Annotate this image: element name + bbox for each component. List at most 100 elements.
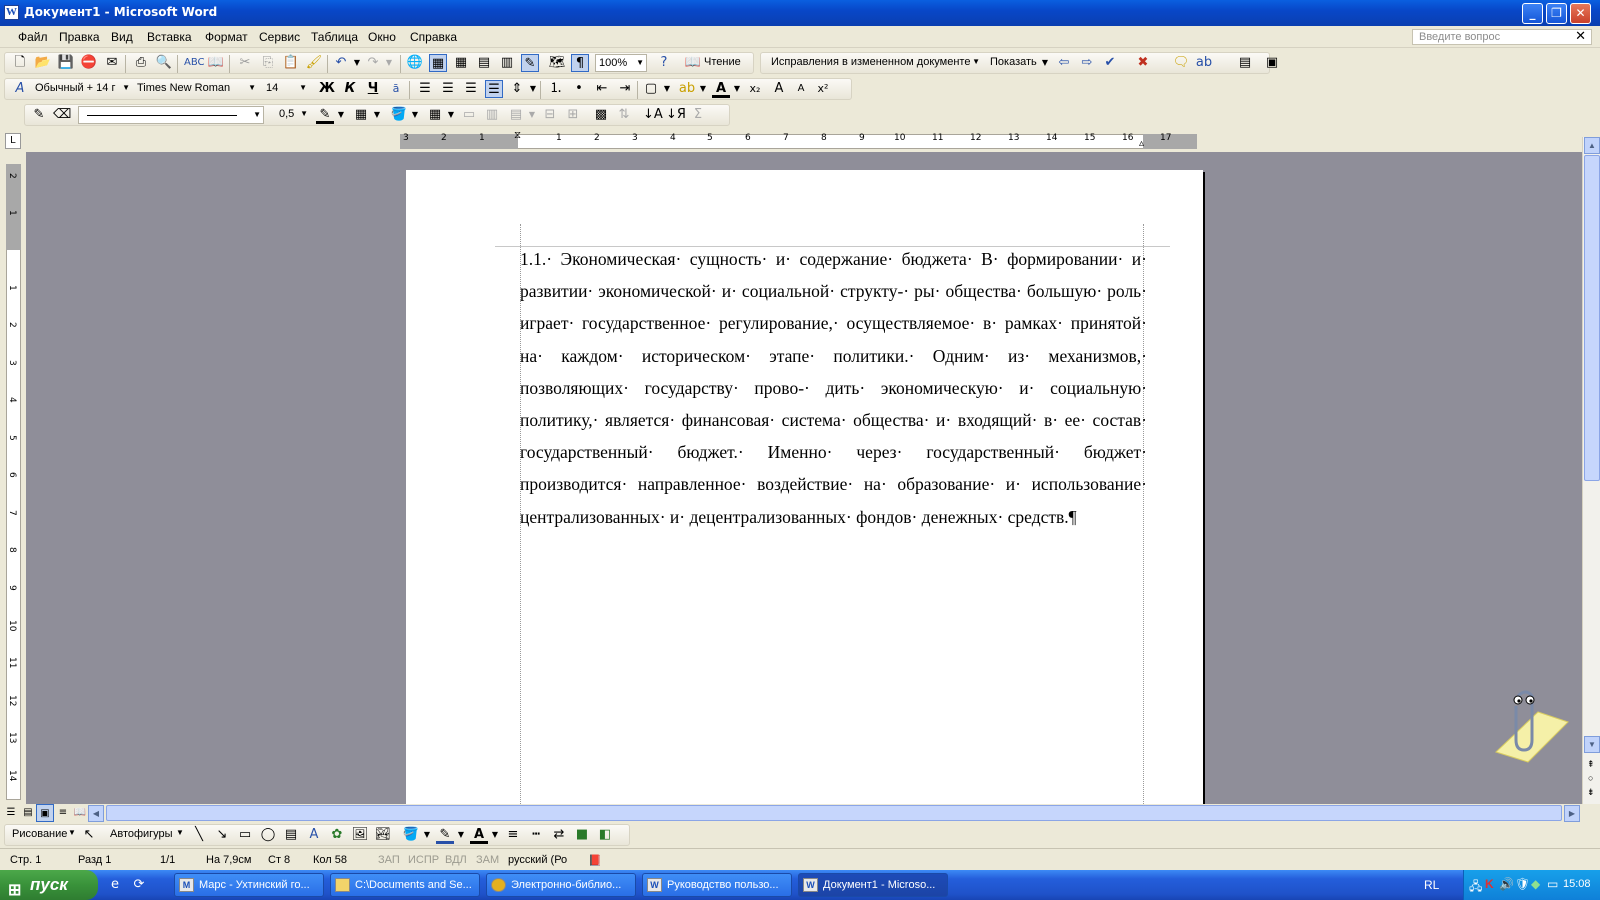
- bold-button[interactable]: Ж: [318, 80, 336, 98]
- eraser-icon[interactable]: ⌫: [53, 106, 71, 124]
- arrow-style-icon[interactable]: ⇄: [550, 826, 568, 844]
- chevron-down-icon[interactable]: ▼: [728, 80, 746, 98]
- show-button[interactable]: Показать: [990, 56, 1037, 68]
- menu-insert[interactable]: Вставка: [147, 30, 192, 44]
- copy-icon[interactable]: ⎘: [259, 54, 277, 72]
- underline-button[interactable]: Ч: [364, 80, 382, 98]
- show-hide-icon[interactable]: ¶: [571, 54, 589, 72]
- chevron-down-icon[interactable]: ▼: [406, 106, 424, 124]
- security-icon[interactable]: 🛡: [1515, 877, 1530, 891]
- print-layout-icon[interactable]: ▣: [36, 804, 54, 822]
- hyphen-icon[interactable]: ā: [387, 80, 405, 98]
- chevron-down-icon[interactable]: ▼: [418, 826, 436, 844]
- office-assistant-clippy[interactable]: [1478, 682, 1570, 764]
- document-body-text[interactable]: 1.1.· Экономическая· сущность· и· содерж…: [520, 243, 1147, 533]
- permission-icon[interactable]: ⛔: [80, 54, 98, 72]
- rectangle-icon[interactable]: ▭: [236, 826, 254, 844]
- scroll-left-button[interactable]: ◀: [88, 805, 104, 822]
- close-doc-icon[interactable]: ✕: [1575, 28, 1586, 44]
- dash-style-icon[interactable]: ┅: [527, 826, 545, 844]
- email-icon[interactable]: ✉: [103, 54, 121, 72]
- shrink-font-icon[interactable]: A: [792, 80, 810, 98]
- taskbar-button-chrome[interactable]: Электронно-библио...: [486, 873, 636, 897]
- increase-indent-icon[interactable]: ⇥: [616, 80, 634, 98]
- numbering-icon[interactable]: ⒈: [547, 80, 565, 98]
- taskbar-button-folder[interactable]: C:\Documents and Se...: [330, 873, 480, 897]
- merge-cells-icon[interactable]: ▭: [460, 106, 478, 124]
- spelling-icon[interactable]: ABC: [184, 54, 205, 72]
- accept-change-icon[interactable]: ✔: [1101, 54, 1119, 72]
- browse-object-icon[interactable]: ○: [1588, 773, 1593, 783]
- right-indent-marker[interactable]: ▵: [1139, 138, 1144, 149]
- restore-button[interactable]: ❐: [1546, 3, 1567, 24]
- scroll-up-button[interactable]: ▲: [1584, 137, 1600, 154]
- styles-icon[interactable]: A: [11, 80, 29, 98]
- scroll-thumb-horizontal[interactable]: [106, 805, 1562, 821]
- decrease-indent-icon[interactable]: ⇤: [593, 80, 611, 98]
- italic-button[interactable]: К: [341, 80, 359, 98]
- menu-view[interactable]: Вид: [111, 30, 133, 44]
- autoshapes-menu[interactable]: Автофигуры: [110, 828, 173, 840]
- document-map-icon[interactable]: 🗺: [548, 54, 566, 72]
- superscript-icon[interactable]: x²: [814, 80, 832, 98]
- menu-format[interactable]: Формат: [205, 30, 248, 44]
- screen-icon[interactable]: ▣: [1263, 54, 1281, 72]
- research-icon[interactable]: 📖: [207, 54, 225, 72]
- web-view-icon[interactable]: ▤: [19, 804, 37, 822]
- status-ext[interactable]: ВДЛ: [445, 854, 467, 866]
- redo-dropdown-icon[interactable]: ▼: [380, 54, 398, 72]
- scroll-right-button[interactable]: ▶: [1564, 805, 1580, 822]
- outline-view-icon[interactable]: ≡: [54, 804, 72, 822]
- align-right-icon[interactable]: ☰: [462, 80, 480, 98]
- sort-desc-icon[interactable]: ↓Я: [666, 106, 686, 124]
- shadow-icon[interactable]: ■: [573, 826, 591, 844]
- highlight-icon[interactable]: ab: [1195, 54, 1213, 72]
- status-rec[interactable]: ЗАП: [378, 854, 400, 866]
- monitor-icon[interactable]: ▭: [1547, 877, 1558, 891]
- align-left-icon[interactable]: ☰: [416, 80, 434, 98]
- horizontal-ruler[interactable]: L 3 2 1 1 2 3 4 5 6 7 8 9 10 11 12 13 14…: [0, 130, 1600, 152]
- chevron-down-icon[interactable]: ▼: [523, 106, 541, 124]
- font-combo[interactable]: Times New Roman ▼: [134, 80, 258, 98]
- select-objects-icon[interactable]: ↖: [80, 826, 98, 844]
- text-direction-icon[interactable]: ⇅: [615, 106, 633, 124]
- tab-selector[interactable]: L: [5, 133, 21, 149]
- paste-icon[interactable]: 📋: [282, 54, 300, 72]
- line-icon[interactable]: ╲: [190, 826, 208, 844]
- chevron-down-icon[interactable]: ▼: [1036, 54, 1054, 72]
- chevron-down-icon[interactable]: ▼: [452, 826, 470, 844]
- reject-change-icon[interactable]: ✖: [1134, 54, 1152, 72]
- clipart-icon[interactable]: 🖼: [351, 826, 369, 844]
- save-icon[interactable]: 💾: [57, 54, 75, 72]
- style-combo[interactable]: Обычный + 14 г ▼: [32, 80, 132, 98]
- help-icon[interactable]: ?: [655, 54, 673, 72]
- reading-button[interactable]: Чтение: [704, 56, 741, 68]
- print-preview-icon[interactable]: 🔍: [155, 54, 173, 72]
- language-indicator[interactable]: RL: [1424, 878, 1439, 892]
- status-trk[interactable]: ИСПР: [408, 854, 439, 866]
- spelling-status-icon[interactable]: 📕: [588, 854, 602, 867]
- open-icon[interactable]: 📂: [34, 54, 52, 72]
- wordart-icon[interactable]: A: [305, 826, 323, 844]
- minimize-button[interactable]: _: [1522, 3, 1543, 24]
- arrow-icon[interactable]: ↘: [213, 826, 231, 844]
- drawing-menu[interactable]: Рисование: [12, 828, 67, 840]
- horizontal-scrollbar[interactable]: ☰ ▤ ▣ ≡ 📖 ◀ ▶: [0, 804, 1600, 822]
- cut-icon[interactable]: ✂: [236, 54, 254, 72]
- zoom-combo[interactable]: 100% ▼: [595, 54, 647, 72]
- justify-icon[interactable]: ☰: [485, 80, 503, 98]
- reading-view-icon[interactable]: 📖: [71, 804, 89, 822]
- vertical-ruler[interactable]: 2 1 1 2 3 4 5 6 7 8 9 10 11 12 13 14: [0, 152, 26, 804]
- grow-font-icon[interactable]: A: [770, 80, 788, 98]
- autosum-icon[interactable]: Σ: [689, 106, 707, 124]
- normal-view-icon[interactable]: ☰: [2, 804, 20, 822]
- next-change-icon[interactable]: ⇨: [1078, 54, 1096, 72]
- textbox-icon[interactable]: ▤: [282, 826, 300, 844]
- first-line-indent-marker[interactable]: ⧖: [514, 130, 521, 141]
- 3d-icon[interactable]: ◧: [596, 826, 614, 844]
- chevron-down-icon[interactable]: ▼: [442, 106, 460, 124]
- split-cells-icon[interactable]: ▥: [483, 106, 501, 124]
- track-changes-combo[interactable]: Исправления в измененном документе ▼: [768, 54, 982, 72]
- line-style-combo[interactable]: ▼: [78, 106, 264, 124]
- line-style-icon[interactable]: ≡: [504, 826, 522, 844]
